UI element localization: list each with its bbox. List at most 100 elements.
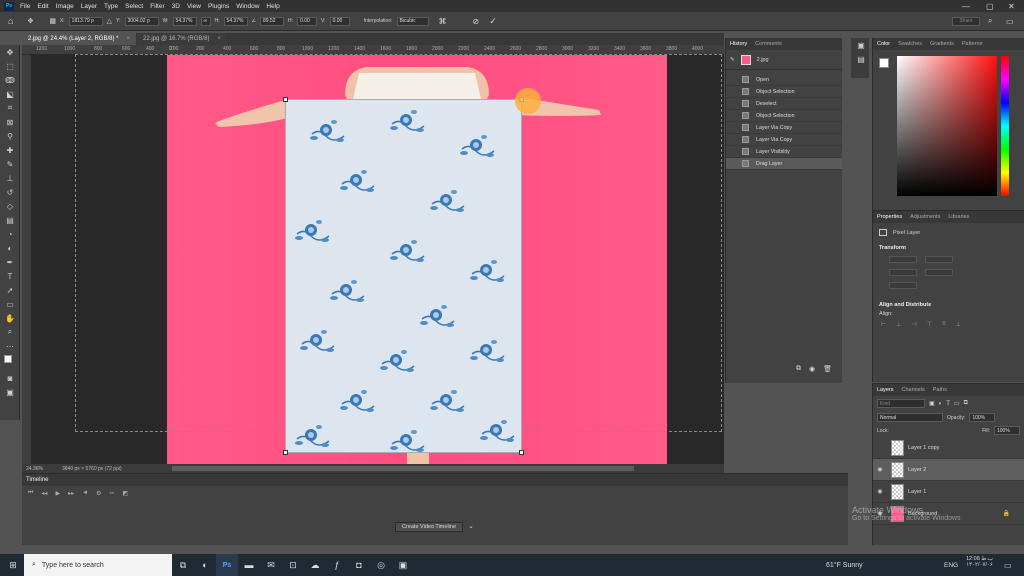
filter-adjust-icon[interactable]: ◐ [939, 401, 943, 407]
zoom-tool-icon[interactable]: ⌕ [0, 325, 20, 339]
x-field[interactable]: 1813.79 p [68, 16, 103, 26]
transform-handle[interactable] [519, 450, 524, 455]
menu-type[interactable]: Type [104, 3, 118, 10]
foreground-swatch[interactable] [879, 58, 889, 68]
gradient-tool-icon[interactable]: ▤ [0, 213, 20, 227]
layer-name[interactable]: Layer 1 [908, 489, 926, 495]
mail-icon[interactable]: ✉ [260, 554, 282, 576]
crop-tool-icon[interactable]: ⌗ [0, 101, 20, 115]
chrome-icon[interactable]: ◎ [370, 554, 392, 576]
brush-source-icon[interactable]: ✎ [730, 57, 735, 63]
y-field[interactable]: 3004.02 p [124, 16, 159, 26]
align-section[interactable]: Align and Distribute [873, 299, 1024, 311]
edge-icon[interactable]: ◐ [194, 554, 216, 576]
opacity-field[interactable]: 100% [969, 413, 996, 422]
menu-edit[interactable]: Edit [37, 3, 48, 10]
maximize-icon[interactable]: ▢ [986, 0, 994, 12]
tab-channels[interactable]: Channels [902, 387, 925, 393]
history-step[interactable]: Object Selection [726, 86, 842, 98]
history-brush-tool-icon[interactable]: ↺ [0, 185, 20, 199]
color-picker-field[interactable] [897, 56, 997, 196]
transform-handle[interactable] [283, 450, 288, 455]
move-tool-icon[interactable]: ✥ [27, 17, 33, 25]
move-tool-icon[interactable]: ✥ [0, 45, 20, 59]
menu-file[interactable]: File [20, 3, 30, 10]
v-skew-field[interactable]: 0.00 [329, 16, 350, 26]
clock[interactable]: 12:08 ب.ظ ۱۴۰۲/۰۷/۰۶ [966, 556, 993, 568]
cancel-transform-icon[interactable]: ⊘ [473, 17, 480, 26]
hand-tool-icon[interactable]: ✋ [0, 311, 20, 325]
align-bottom-icon[interactable]: ⊥ [955, 321, 960, 328]
lasso-tool-icon[interactable]: ↂ [0, 73, 20, 87]
align-right-icon[interactable]: ⊣ [911, 321, 916, 328]
tab-swatches[interactable]: Swatches [898, 41, 922, 47]
doc-info[interactable]: 3840 px × 5760 px (72 ppi) [62, 466, 122, 472]
prev-frame-icon[interactable]: ◂◂ [41, 490, 47, 497]
healing-brush-tool-icon[interactable]: ✚ [0, 143, 20, 157]
blend-mode-select[interactable]: Normal [877, 413, 943, 422]
audio-icon[interactable]: ◄ [82, 490, 88, 496]
blur-tool-icon[interactable]: ◔ [0, 227, 20, 241]
new-document-icon[interactable]: ⧉ [796, 365, 801, 373]
history-step[interactable]: Layer Via Copy [726, 122, 842, 134]
first-frame-icon[interactable]: ⏮ [28, 490, 33, 497]
create-video-timeline-button[interactable]: Create Video Timeline [395, 522, 464, 532]
menu-help[interactable]: Help [266, 3, 279, 10]
settings-icon[interactable]: ⚙ [96, 490, 101, 497]
link-icon[interactable]: ∞ [200, 16, 211, 26]
eye-icon[interactable]: ◉ [873, 466, 887, 473]
tab-adjustments[interactable]: Adjustments [910, 214, 940, 220]
history-step[interactable]: Object Selection [726, 110, 842, 122]
reference-point-icon[interactable]: ▦ [49, 17, 56, 25]
width-field[interactable]: 54.37% [172, 16, 197, 26]
home-icon[interactable]: ⌂ [8, 16, 13, 26]
align-left-icon[interactable]: ⊢ [881, 321, 886, 328]
menu-layer[interactable]: Layer [81, 3, 97, 10]
app-icon[interactable]: ƒ [326, 554, 348, 576]
camera-app-icon[interactable]: ◘ [348, 554, 370, 576]
layer-row[interactable]: ◉ Layer 1 [873, 481, 1024, 503]
transition-icon[interactable]: ◩ [122, 490, 128, 497]
tab-libraries[interactable]: Libraries [948, 214, 969, 220]
eyedropper-tool-icon[interactable]: ⚲ [0, 129, 20, 143]
chevron-down-icon[interactable]: ⌄ [468, 522, 474, 530]
task-view-icon[interactable]: ⧉ [172, 554, 194, 576]
path-selection-tool-icon[interactable]: ➚ [0, 283, 20, 297]
filter-shape-icon[interactable]: ▭ [954, 400, 960, 407]
photoshop-logo-icon[interactable]: Ps [4, 1, 14, 11]
menu-image[interactable]: Image [56, 3, 74, 10]
eraser-tool-icon[interactable]: ◇ [0, 199, 20, 213]
interpolation-select[interactable]: Bicubic [396, 16, 429, 26]
tab-22jpg[interactable]: 22.jpg @ 16.7% (RGB/8) × [136, 33, 227, 45]
history-step[interactable]: Deselect [726, 98, 842, 110]
tab-comments[interactable]: Comments [755, 41, 782, 47]
tab-history[interactable]: History [730, 41, 747, 47]
more-tools-icon[interactable]: ⋯ [0, 339, 20, 353]
tab-layers[interactable]: Layers [877, 387, 894, 393]
tab-gradients[interactable]: Gradients [930, 41, 954, 47]
notification-icon[interactable]: ▭ [1004, 561, 1012, 570]
stamp-tool-icon[interactable]: ⊥ [0, 171, 20, 185]
weather-widget[interactable]: 61°F Sunny [826, 562, 863, 569]
tab-properties[interactable]: Properties [877, 214, 902, 220]
menu-select[interactable]: Select [125, 3, 143, 10]
filter-pixel-icon[interactable]: ▣ [929, 400, 935, 407]
onedrive-icon[interactable]: ☁ [304, 554, 326, 576]
history-snapshot[interactable]: ✎ 2.jpg [726, 50, 842, 70]
close-tab-icon[interactable]: × [126, 36, 130, 42]
media-app-icon[interactable]: ▣ [392, 554, 414, 576]
delta-icon[interactable]: △ [107, 17, 112, 25]
tab-patterns[interactable]: Patterns [962, 41, 982, 47]
frame-tool-icon[interactable]: ⊠ [0, 115, 20, 129]
angle-field[interactable]: 89.52 [260, 16, 285, 26]
comments-icon[interactable]: ▣ [851, 38, 871, 52]
hue-slider[interactable] [1001, 56, 1009, 196]
align-center-icon[interactable]: ⊥ [896, 321, 901, 328]
object-selection-tool-icon[interactable]: ⬕ [0, 87, 20, 101]
menu-window[interactable]: Window [236, 3, 259, 10]
tab-color[interactable]: Color [877, 41, 890, 47]
h-skew-field[interactable]: 0.00 [297, 16, 318, 26]
layer-row[interactable]: Layer 1 copy [873, 437, 1024, 459]
layer-row[interactable]: ◉ Layer 2 [873, 459, 1024, 481]
next-frame-icon[interactable]: ▸▸ [68, 490, 74, 497]
